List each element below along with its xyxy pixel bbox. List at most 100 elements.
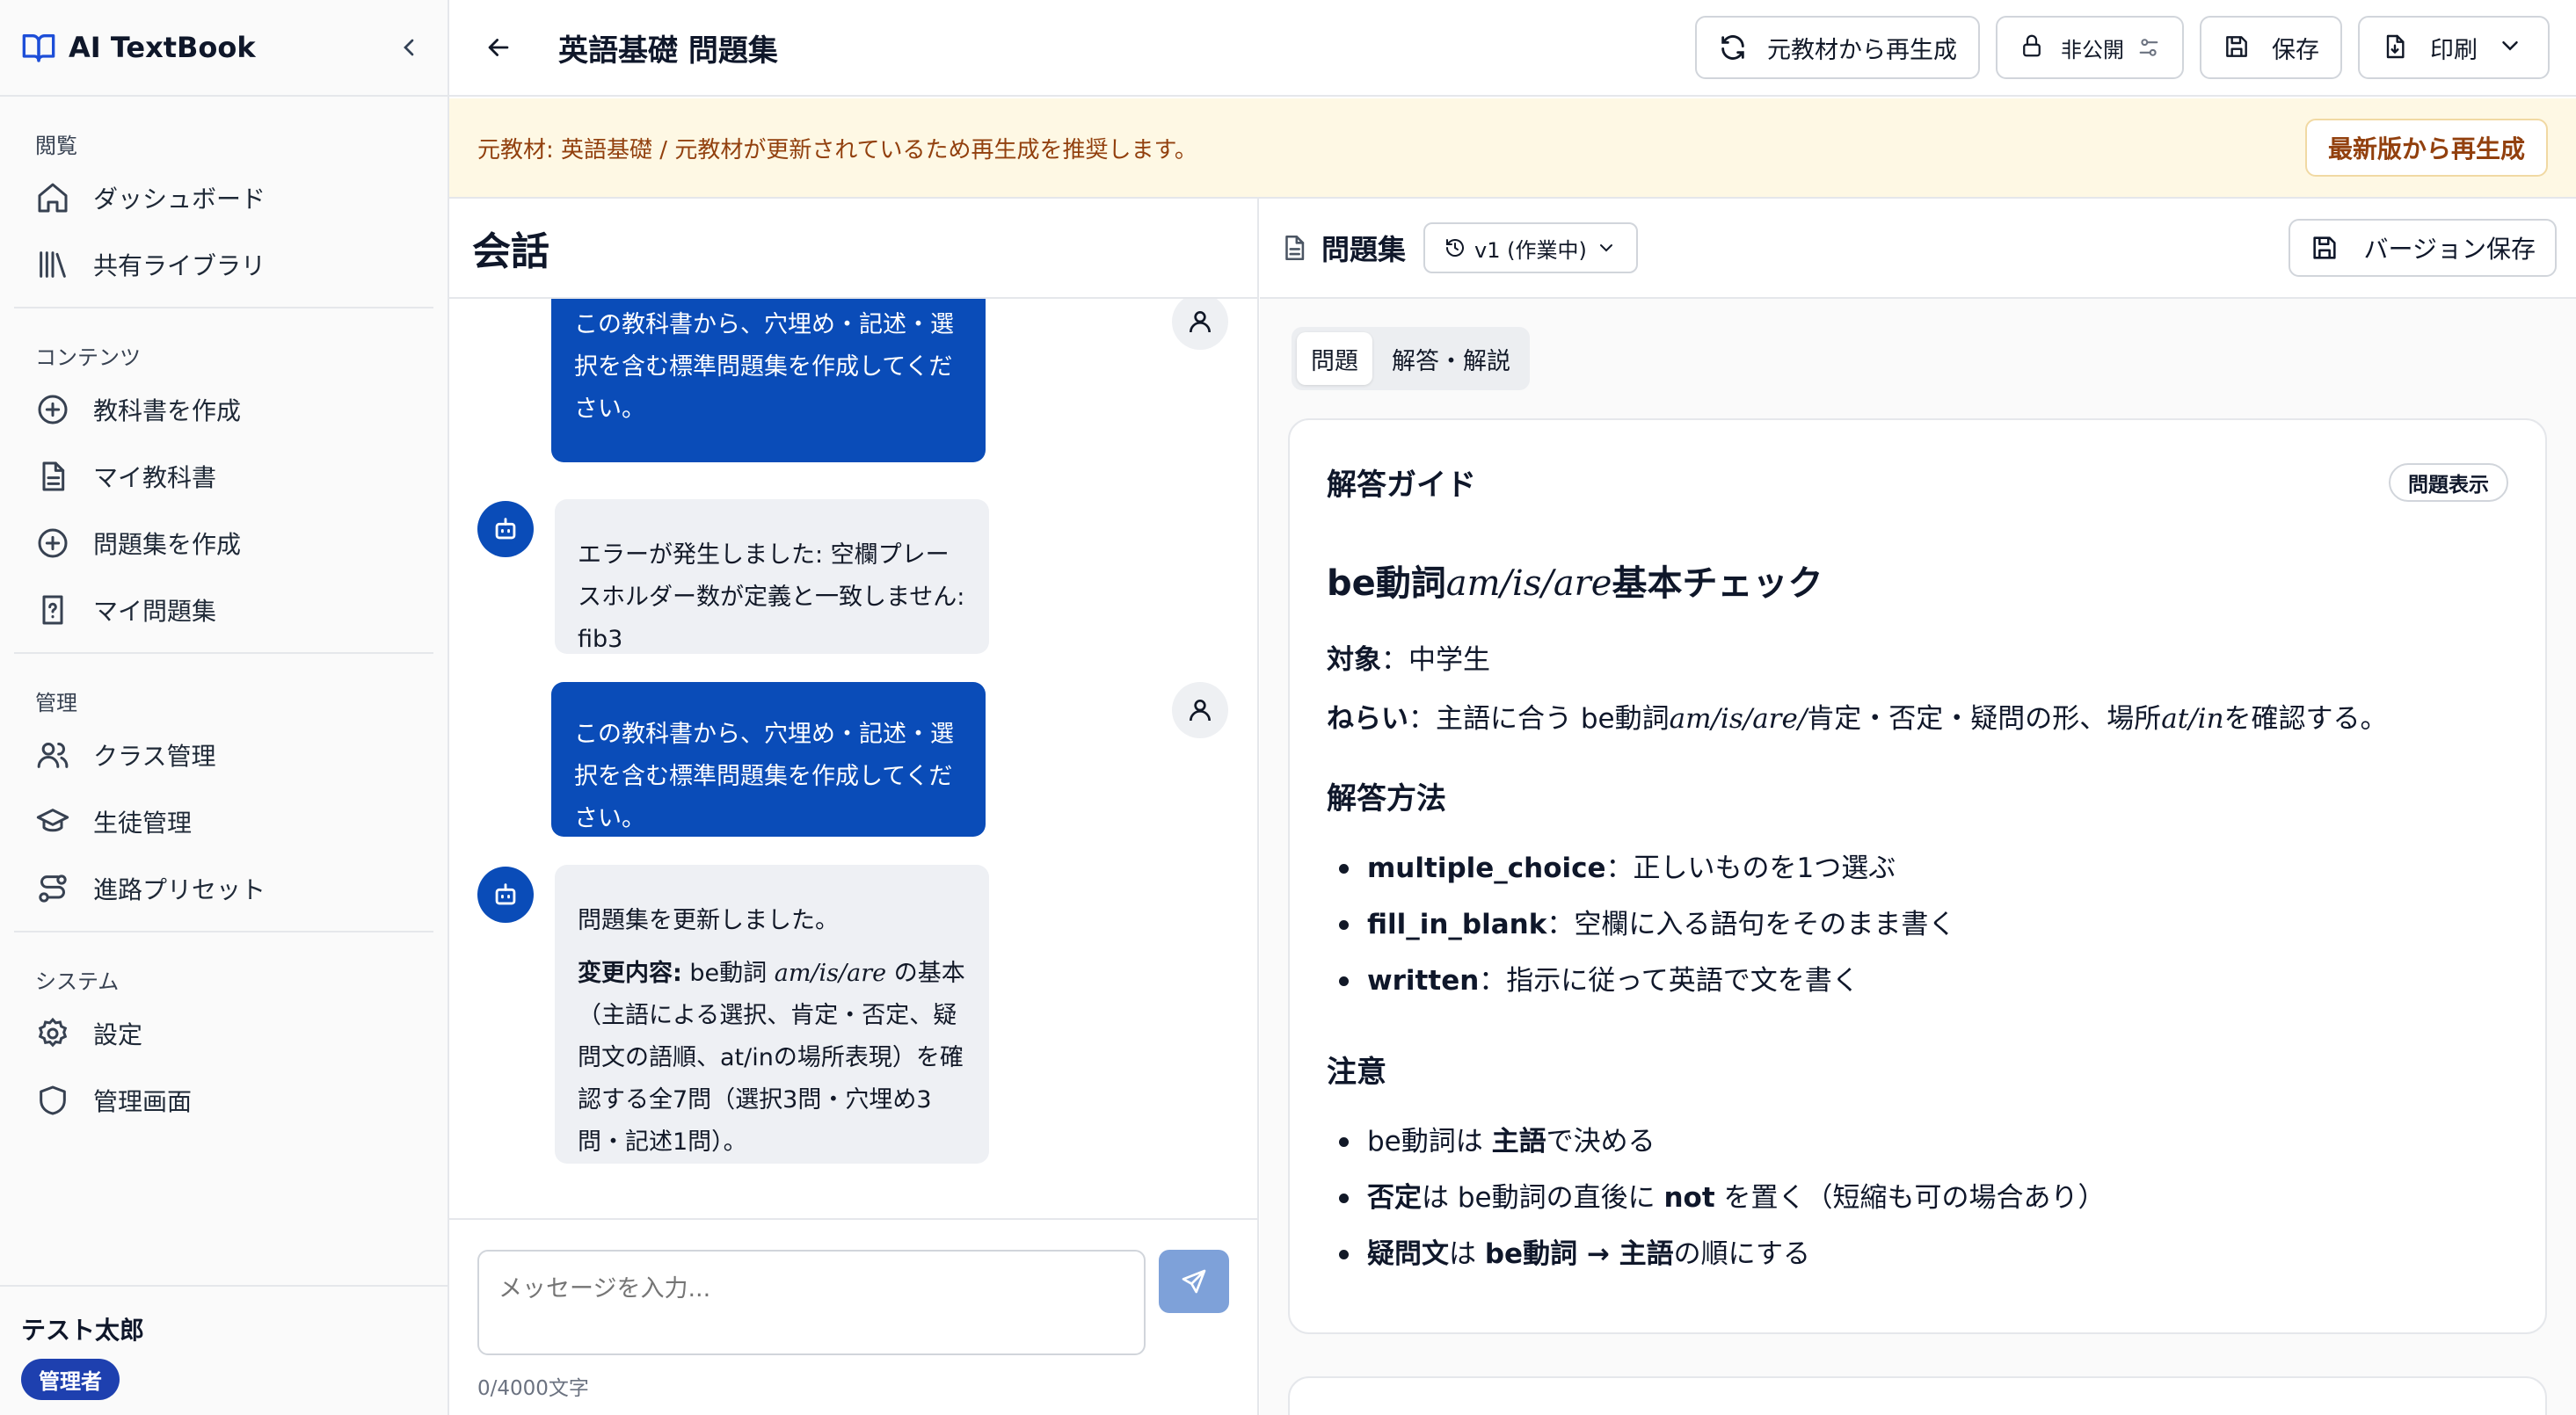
- save-version-button[interactable]: バージョン保存: [2288, 219, 2557, 277]
- regenerate-label: 元教材から再生成: [1767, 36, 1957, 64]
- tab-answers[interactable]: 解答・解説: [1378, 332, 1524, 385]
- download-file-icon: [2381, 33, 2411, 62]
- sidebar-item-create-problem-set[interactable]: 問題集を作成: [14, 510, 433, 577]
- collapse-sidebar-button[interactable]: [391, 30, 426, 65]
- list-item: multiple_choice：正しいものを1つ選ぶ: [1327, 840, 2508, 896]
- aim-line: ねらい：主語に合う be動詞am/is/are/肯定・否定・疑問の形、場所at/…: [1327, 696, 2508, 736]
- target-value: 中学生: [1408, 644, 1490, 676]
- message-text: この教科書から、穴埋め・記述・選択を含む標準問題集を作成してください。: [574, 311, 954, 423]
- note-strong: 疑問文: [1367, 1238, 1449, 1270]
- regenerate-from-source-button[interactable]: 元教材から再生成: [1695, 16, 1980, 79]
- shield-icon: [35, 1083, 70, 1118]
- note-strong: 否定: [1367, 1182, 1422, 1214]
- list-item: written：指示に従って英語で文を書く: [1327, 953, 2508, 1009]
- send-button[interactable]: [1159, 1250, 1229, 1313]
- back-button[interactable]: [476, 25, 521, 70]
- users-icon: [35, 737, 70, 773]
- assistant-avatar: [477, 867, 534, 923]
- sidebar-section-system: システム 設定 管理画面: [14, 932, 433, 1143]
- note-strong: not: [1663, 1182, 1715, 1214]
- note-text: を置く（短縮も可の場合あり）: [1714, 1182, 2106, 1214]
- note-strong: be動詞 → 主語: [1484, 1238, 1674, 1270]
- sidebar-section-title: 閲覧: [35, 134, 77, 158]
- changes-text: be動詞: [681, 960, 775, 987]
- show-questions-button[interactable]: 問題表示: [2389, 462, 2508, 502]
- version-selector[interactable]: v1 (作業中): [1423, 222, 1638, 273]
- problem-set-tabs: 問題 解答・解説: [1292, 327, 1530, 390]
- save-icon: [2223, 33, 2252, 62]
- aim-math: at/in: [2161, 703, 2224, 735]
- sidebar-item-my-problem-sets[interactable]: マイ問題集: [14, 577, 433, 643]
- history-icon: [1444, 237, 1466, 258]
- sidebar-item-label: 共有ライブラリ: [93, 251, 266, 280]
- sidebar-item-class-management[interactable]: クラス管理: [14, 722, 433, 788]
- note-text: で決める: [1546, 1126, 1655, 1157]
- sidebar-item-create-textbook[interactable]: 教科書を作成: [14, 376, 433, 443]
- problem-set-title: 問題集: [1321, 233, 1407, 266]
- regenerate-from-latest-button[interactable]: 最新版から再生成: [2304, 119, 2548, 177]
- lock-icon: [2019, 33, 2048, 62]
- refresh-icon: [1718, 33, 1748, 62]
- sidebar-item-settings[interactable]: 設定: [14, 1000, 433, 1067]
- sidebar-item-my-textbooks[interactable]: マイ教科書: [14, 443, 433, 510]
- sidebar-section-title: 管理: [35, 691, 77, 715]
- bot-icon: [491, 514, 520, 544]
- user-message: この教科書から、穴埋め・記述・選択を含む標準問題集を作成してください。: [551, 299, 986, 462]
- gear-icon: [35, 1016, 70, 1051]
- note-text: be動詞は: [1367, 1126, 1492, 1157]
- role-badge: 管理者: [21, 1359, 120, 1400]
- sidebar-item-shared-library[interactable]: 共有ライブラリ: [14, 231, 433, 298]
- sidebar-item-label: ダッシュボード: [93, 185, 266, 214]
- user-avatar: [1172, 682, 1228, 738]
- chat-messages[interactable]: この教科書から、穴埋め・記述・選択を含む標準問題集を作成してください。 エラーが…: [449, 299, 1257, 1218]
- sidebar-section-title: コンテンツ: [35, 345, 141, 370]
- sidebar-item-label: クラス管理: [93, 742, 216, 771]
- sidebar: AI TextBook 閲覧 ダッシュボード 共有ライブラリ コンテンツ 教科書…: [0, 0, 449, 1415]
- aim-text: 主語に合う be動詞: [1436, 703, 1670, 735]
- aim-text: 肯定・否定・疑問の形、場所: [1807, 703, 2162, 735]
- sidebar-item-label: 設定: [93, 1020, 143, 1049]
- sidebar-item-label: 問題集を作成: [93, 530, 242, 559]
- user-profile[interactable]: テスト太郎 管理者: [0, 1285, 448, 1415]
- target-label: 対象: [1327, 644, 1381, 676]
- message-input[interactable]: [477, 1250, 1146, 1355]
- print-label: 印刷: [2430, 36, 2478, 64]
- answer-guide-card: 解答ガイド 問題表示 be動詞am/is/are基本チェック 対象：中学生 ねら…: [1288, 418, 2547, 1334]
- route-icon: [35, 871, 70, 906]
- chat-header: 会話: [449, 199, 1257, 299]
- set-title-part: be動詞: [1327, 563, 1446, 604]
- version-label: v1 (作業中): [1474, 237, 1587, 263]
- set-title-math: am/is/are: [1445, 563, 1612, 604]
- aim-math: am/is/are/: [1669, 703, 1808, 735]
- sidebar-item-admin-panel[interactable]: 管理画面: [14, 1067, 433, 1134]
- sidebar-item-student-management[interactable]: 生徒管理: [14, 788, 433, 855]
- question-file-icon: [35, 592, 70, 628]
- list-item: be動詞は 主語で決める: [1327, 1114, 2508, 1170]
- sidebar-item-label: 管理画面: [93, 1087, 193, 1116]
- sidebar-item-label: 進路プリセット: [93, 875, 266, 904]
- sidebar-item-dashboard[interactable]: ダッシュボード: [14, 164, 433, 231]
- visibility-toggle-button[interactable]: 非公開: [1996, 16, 2184, 79]
- save-version-label: バージョン保存: [2363, 235, 2536, 264]
- aim-label: ねらい: [1327, 703, 1408, 735]
- method-desc: ：空欄に入る語句をそのまま書く: [1546, 909, 1956, 940]
- message-text: 問題集を更新しました。: [578, 907, 839, 934]
- method-term: multiple_choice: [1367, 853, 1606, 884]
- notes-heading: 注意: [1327, 1055, 1386, 1090]
- save-button[interactable]: 保存: [2200, 16, 2342, 79]
- sidebar-item-label: マイ問題集: [93, 597, 217, 626]
- home-icon: [35, 180, 70, 215]
- sidebar-item-career-presets[interactable]: 進路プリセット: [14, 855, 433, 922]
- assistant-message: 問題集を更新しました。 変更内容: be動詞 am/is/are の基本（主語に…: [555, 865, 989, 1164]
- tab-questions[interactable]: 問題: [1297, 332, 1372, 385]
- print-dropdown-button[interactable]: 印刷: [2358, 16, 2550, 79]
- graduation-cap-icon: [35, 804, 70, 839]
- top-bar: 英語基礎 問題集 元教材から再生成 非公開 保存 印刷: [449, 0, 2576, 97]
- page-title: 英語基礎 問題集: [558, 33, 778, 69]
- sliders-icon: [2136, 35, 2161, 60]
- message-text: この教科書から、穴埋め・記述・選択を含む標準問題集を作成してください。: [574, 721, 954, 832]
- changes-text: の基本（主語による選択、肯定・否定、疑問文の語順、at/inの場所表現）を確認す…: [578, 960, 965, 1156]
- card-header: 解答ガイド 問題表示: [1327, 461, 2508, 504]
- sidebar-item-label: マイ教科書: [93, 463, 217, 492]
- answer-guide-heading: 解答ガイド: [1327, 468, 1476, 503]
